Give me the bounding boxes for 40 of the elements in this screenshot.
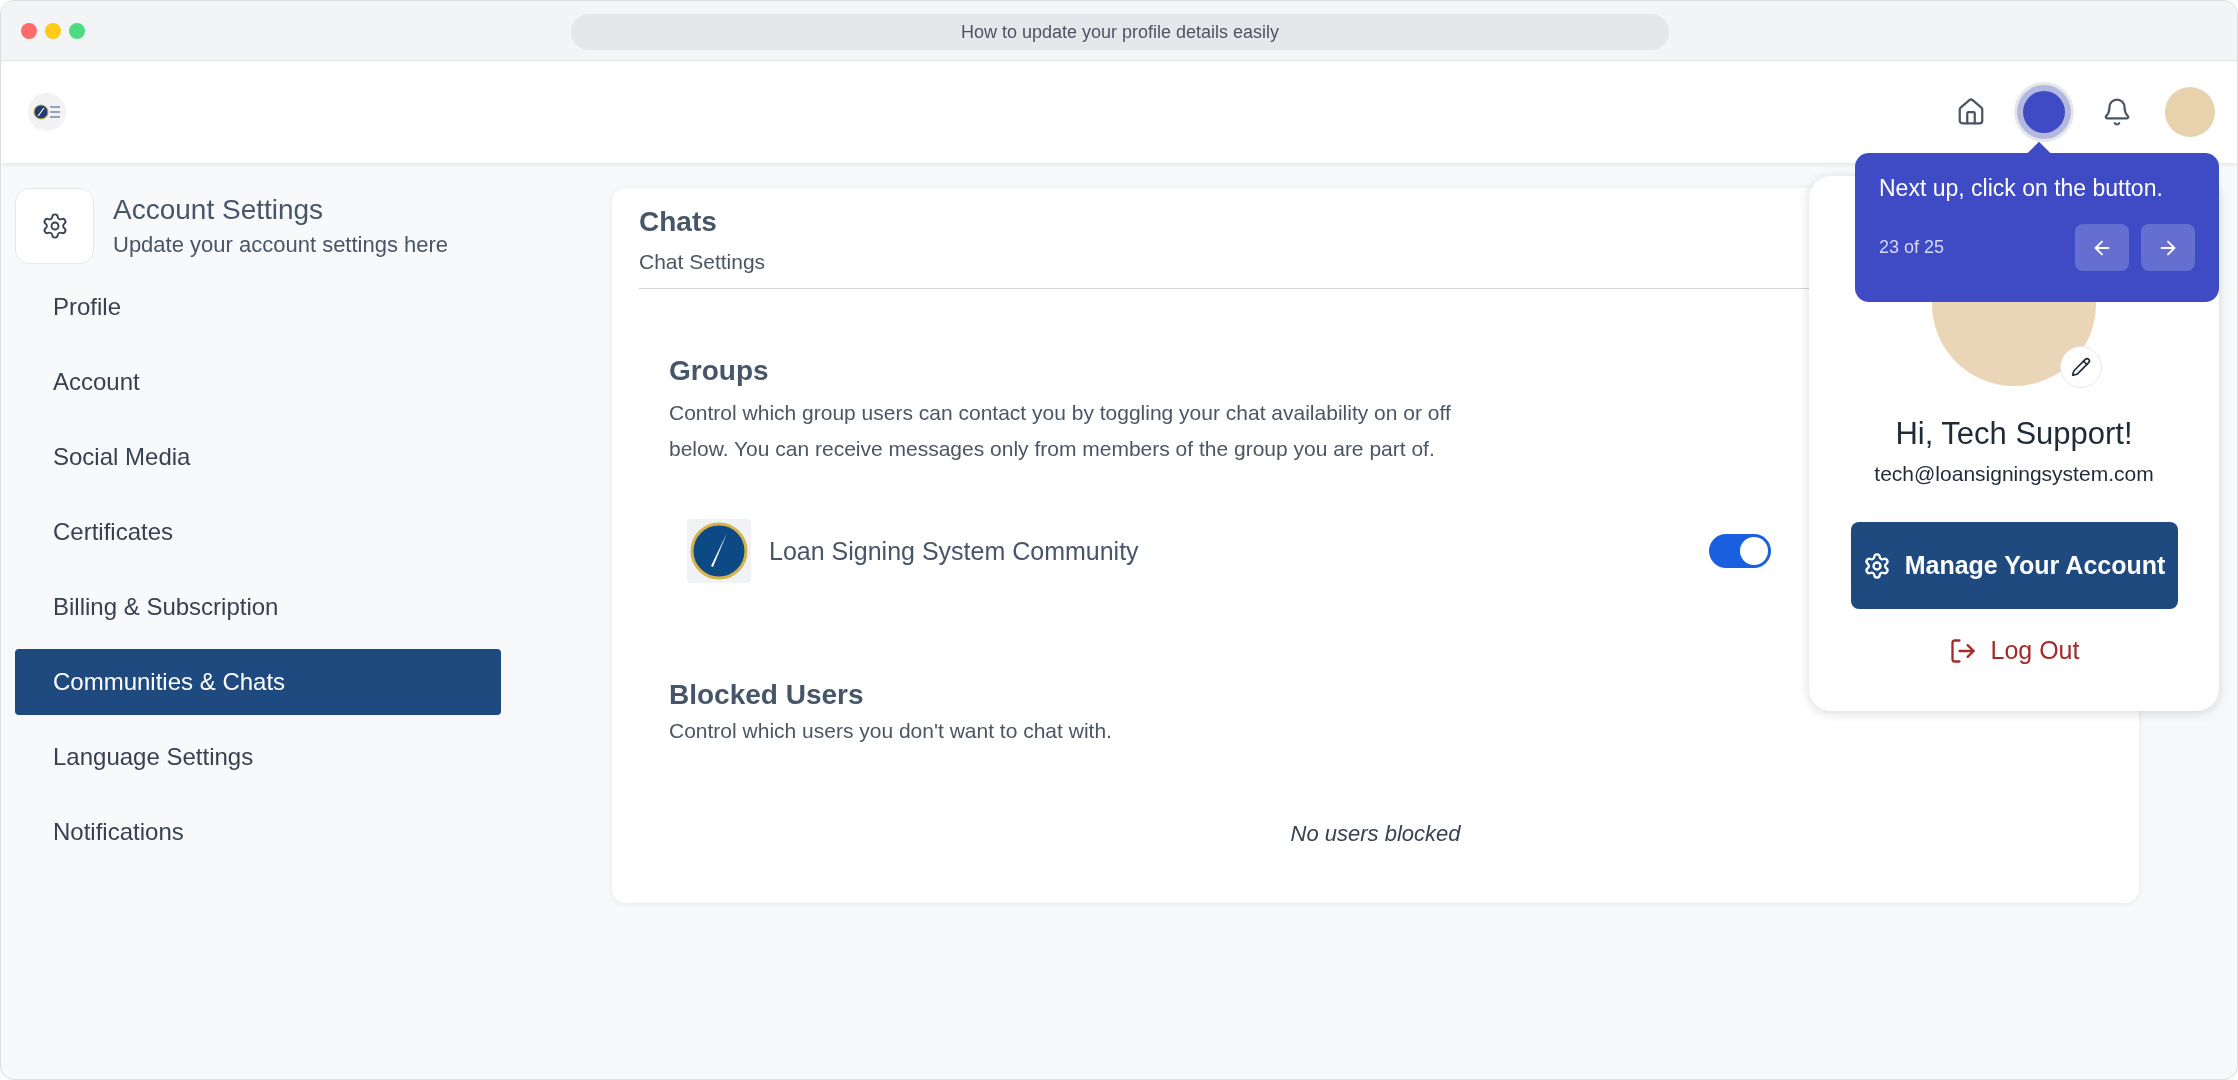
sidebar-item[interactable]: Profile (15, 274, 501, 340)
empty-message: No users blocked (1289, 821, 1462, 847)
sidebar-item[interactable]: Notifications (15, 799, 501, 865)
button-label: Log Out (1990, 636, 2080, 665)
button-label: Manage Your Account (1904, 551, 2166, 580)
edit-button[interactable] (2060, 346, 2102, 388)
maximize-dot-icon[interactable] (69, 22, 85, 39)
bell-icon (2102, 97, 2132, 127)
sidebar-item[interactable]: Account (15, 349, 501, 415)
minimize-dot-icon[interactable] (45, 22, 61, 39)
section-description: Control which users you don't want to chat with. (669, 718, 1113, 744)
close-dot-icon[interactable] (21, 22, 37, 39)
logo-icon[interactable] (27, 92, 67, 132)
logout-icon (1948, 636, 1977, 665)
greeting: Hi, Tech Support! (1895, 416, 2133, 452)
sidebar-item[interactable]: Language Settings (15, 724, 501, 790)
pencil-icon (2071, 357, 2091, 377)
section-title: Blocked Users (669, 679, 864, 711)
sidebar-item[interactable]: Communities & Chats (15, 649, 501, 715)
group-name: Loan Signing System Community (769, 536, 1140, 566)
tooltip-text: Next up, click on the button. (1879, 175, 2164, 202)
gear-icon (1862, 551, 1891, 580)
logout-button[interactable]: Log Out (1942, 635, 2086, 666)
section-title: Groups (669, 355, 769, 387)
sidebar-item[interactable]: Certificates (15, 499, 501, 565)
settings-icon (15, 188, 94, 264)
sidebar-item[interactable]: Billing & Subscription (15, 574, 501, 640)
home-icon (1956, 97, 1986, 127)
group-logo-icon (687, 519, 751, 583)
sidebar-title: Account Settings (113, 194, 325, 226)
sidebar-subtitle: Update your account settings here (113, 232, 449, 258)
window-title: How to update your profile details easily (571, 14, 1669, 50)
section-description: Control which group users can contact you by toggling your chat availability on or off below. You can receive messages only from members of the group you are part of. (669, 400, 1452, 462)
sidebar-item[interactable]: Social Media (15, 424, 501, 490)
manage-account-button[interactable]: Manage Your Account (1850, 522, 2178, 609)
user-email: tech@loansigningsystem.com (1874, 462, 2154, 486)
chat-toggle[interactable] (1709, 534, 1771, 568)
previous-button[interactable] (2075, 224, 2129, 271)
card-title: Chats (639, 206, 718, 238)
next-button[interactable] (2141, 224, 2195, 271)
